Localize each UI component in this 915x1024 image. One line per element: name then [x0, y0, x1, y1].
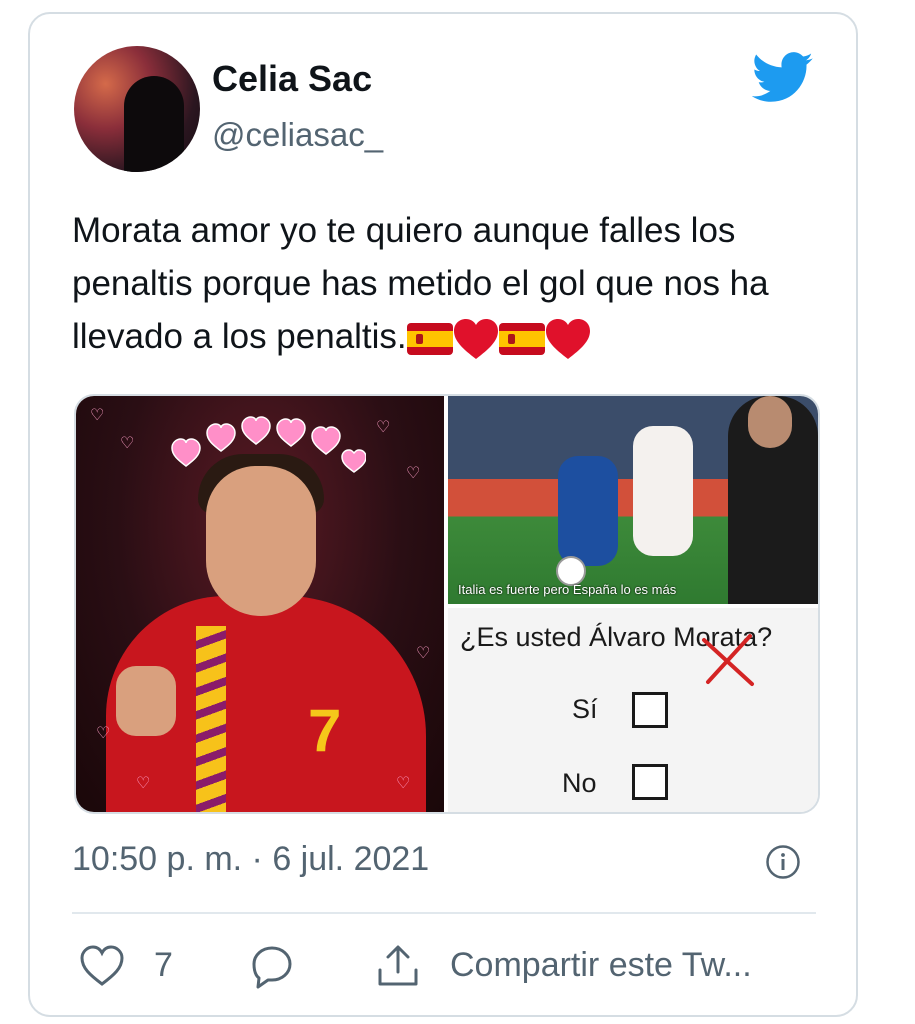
red-cross-icon [702, 634, 754, 686]
media-image-3[interactable]: ¿Es usted Álvaro Morata? Sí No [448, 608, 818, 812]
jersey-number: 7 [308, 697, 342, 764]
option-yes-checkbox [632, 692, 668, 728]
sparkle-heart-icon: ♡ [90, 407, 105, 424]
share-tweet-button[interactable]: Compartir este Tw... [450, 946, 752, 985]
flag-spain-icon [498, 322, 545, 355]
action-bar: 7 Compartir este Tw... [30, 938, 860, 998]
info-icon[interactable] [765, 844, 801, 880]
user-handle[interactable]: @celiasac_ [212, 116, 383, 154]
head-shape [206, 466, 316, 616]
sparkle-heart-icon: ♡ [406, 465, 421, 482]
image-caption: Italia es fuerte pero España lo es más [458, 582, 677, 597]
like-count: 7 [154, 946, 173, 984]
player-blue-shape [558, 456, 618, 566]
media-image-2[interactable]: Italia es fuerte pero España lo es más [448, 396, 818, 604]
twitter-bird-icon[interactable] [752, 52, 814, 104]
sparkle-heart-icon: ♡ [96, 725, 111, 742]
tweet-timestamp[interactable]: 10:50 p. m. · 6 jul. 2021 [72, 840, 429, 879]
tweet-text: Morata amor yo te quiero aunque falles l… [72, 204, 832, 363]
sparkle-heart-icon: ♡ [136, 775, 151, 792]
share-icon[interactable] [374, 942, 422, 990]
sparkle-heart-icon: ♡ [416, 645, 431, 662]
flag-spain-icon [406, 322, 453, 355]
media-grid: 7 ♡ ♡ ♡ ♡ ♡ ♡ ♡ ♡ Italia es fuerte pero … [74, 394, 820, 814]
red-heart-icon [545, 318, 590, 359]
fist-shape [116, 666, 176, 736]
sparkle-heart-icon: ♡ [120, 435, 135, 452]
sparkle-heart-icon: ♡ [376, 419, 391, 436]
divider [72, 912, 816, 914]
player-white-shape [633, 426, 693, 556]
heart-icon[interactable] [78, 942, 126, 990]
option-no-checkbox [632, 764, 668, 800]
option-yes-label: Sí [572, 694, 598, 724]
avatar-silhouette [124, 76, 184, 172]
man-head-shape [748, 396, 792, 448]
option-no-label: No [562, 768, 597, 798]
jersey-stripe [196, 626, 226, 812]
avatar[interactable] [74, 46, 200, 172]
reply-icon[interactable] [248, 942, 296, 990]
red-heart-icon [453, 318, 498, 359]
media-image-1[interactable]: 7 ♡ ♡ ♡ ♡ ♡ ♡ ♡ ♡ [76, 396, 444, 812]
sparkle-heart-icon: ♡ [396, 775, 411, 792]
tweet-card[interactable]: Celia Sac @celiasac_ Morata amor yo te q… [28, 12, 858, 1017]
display-name[interactable]: Celia Sac [212, 58, 372, 100]
heart-crown-icon [171, 416, 366, 473]
